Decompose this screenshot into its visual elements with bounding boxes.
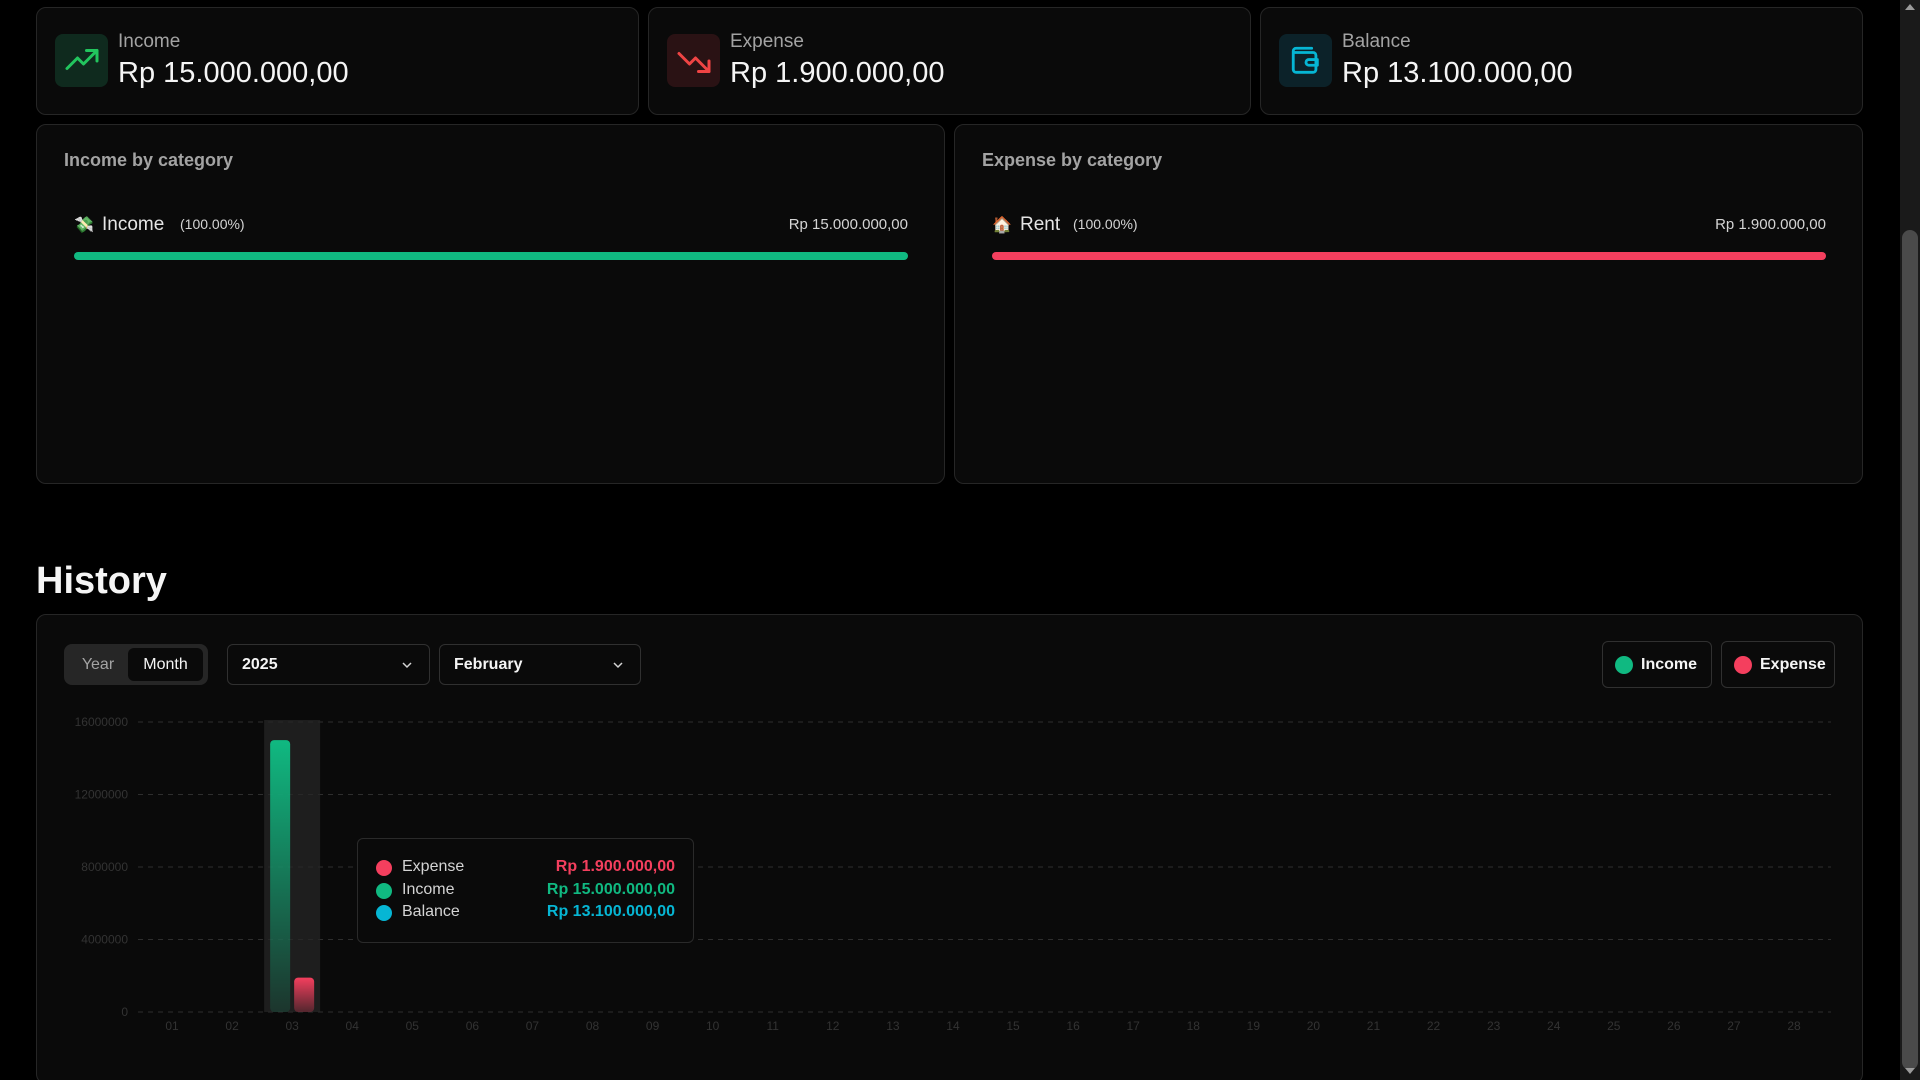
page-scrollbar[interactable] — [1900, 0, 1920, 1080]
x-tick-label: 16 — [1066, 1019, 1080, 1033]
x-tick-label: 18 — [1187, 1019, 1201, 1033]
tooltip-income-name: Income — [402, 881, 455, 898]
x-tick-label: 15 — [1006, 1019, 1020, 1033]
x-tick-label: 28 — [1787, 1019, 1801, 1033]
x-tick-label: 01 — [165, 1019, 179, 1033]
scroll-down-arrow-icon[interactable] — [1905, 1068, 1915, 1074]
x-tick-label: 03 — [285, 1019, 299, 1033]
x-tick-label: 24 — [1547, 1019, 1561, 1033]
x-tick-label: 19 — [1247, 1019, 1261, 1033]
tooltip-expense-value: Rp 1.900.000,00 — [555, 858, 675, 875]
x-tick-label: 11 — [767, 1019, 780, 1033]
x-tick-label: 08 — [586, 1019, 600, 1033]
scroll-up-arrow-icon[interactable] — [1905, 4, 1915, 10]
expense-dot-icon — [376, 860, 392, 876]
tooltip-row-income: Income Rp 15.000.000,00 — [376, 880, 675, 902]
tooltip-expense-name: Expense — [402, 858, 465, 875]
chart-tooltip: Expense Rp 1.900.000,00 Income Rp 15.000… — [357, 838, 694, 943]
tooltip-balance-value: Rp 13.100.000,00 — [546, 903, 675, 920]
x-tick-label: 04 — [346, 1019, 360, 1033]
x-tick-label: 07 — [526, 1019, 540, 1033]
history-bar-chart: 16000000 12000000 8000000 4000000 0 01 02 03 04… — [75, 715, 1831, 1033]
x-tick-label: 06 — [466, 1019, 480, 1033]
x-tick-label: 25 — [1607, 1019, 1621, 1033]
x-tick-label: 13 — [886, 1019, 900, 1033]
x-tick-label: 05 — [406, 1019, 420, 1033]
tooltip-row-balance: Balance Rp 13.100.000,00 — [376, 902, 675, 924]
expense-bar[interactable] — [294, 977, 315, 1012]
x-tick-label: 22 — [1427, 1019, 1441, 1033]
y-tick-label: 4000000 — [81, 933, 128, 947]
income-dot-icon — [376, 883, 392, 899]
x-tick-label: 27 — [1727, 1019, 1741, 1033]
x-tick-label: 23 — [1487, 1019, 1501, 1033]
y-tick-label: 8000000 — [81, 860, 128, 874]
x-tick-label: 14 — [946, 1019, 960, 1033]
x-tick-label: 09 — [646, 1019, 660, 1033]
balance-dot-icon — [376, 905, 392, 921]
tooltip-income-value: Rp 15.000.000,00 — [546, 881, 675, 898]
tooltip-balance-name: Balance — [402, 903, 460, 920]
y-tick-label: 0 — [121, 1005, 128, 1019]
tooltip-row-expense: Expense Rp 1.900.000,00 — [376, 857, 675, 879]
x-tick-label: 21 — [1367, 1019, 1381, 1033]
y-tick-label: 12000000 — [75, 788, 129, 802]
scrollbar-thumb[interactable] — [1902, 230, 1918, 1070]
y-tick-label: 16000000 — [75, 715, 129, 729]
x-tick-label: 26 — [1667, 1019, 1681, 1033]
x-tick-label: 10 — [706, 1019, 720, 1033]
income-bar[interactable] — [270, 740, 291, 1012]
x-tick-label: 20 — [1307, 1019, 1321, 1033]
x-tick-label: 02 — [225, 1019, 239, 1033]
x-tick-label: 17 — [1127, 1019, 1141, 1033]
x-tick-label: 12 — [826, 1019, 840, 1033]
